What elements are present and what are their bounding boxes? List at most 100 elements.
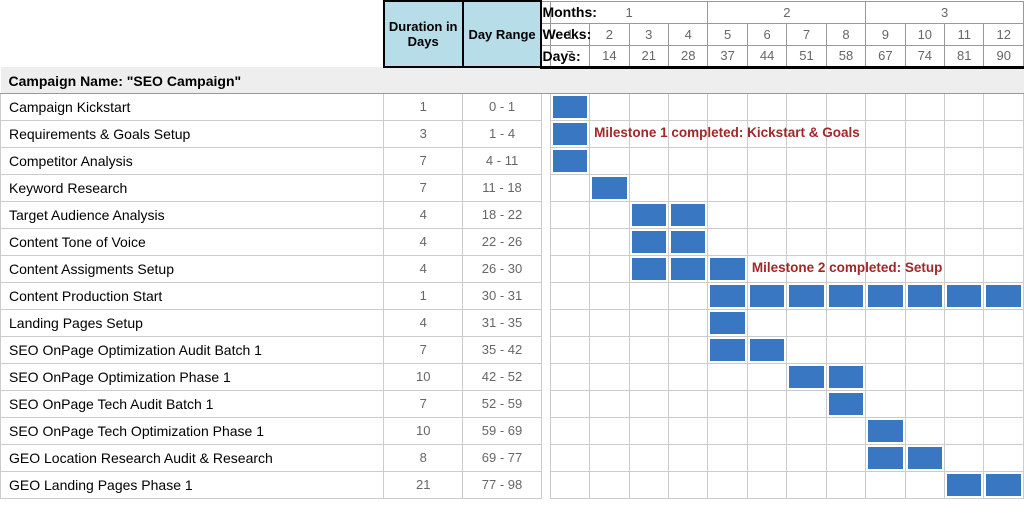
gantt-cell (550, 471, 589, 498)
gantt-cell (708, 282, 747, 309)
gap (541, 282, 550, 309)
gantt-cell (590, 228, 629, 255)
gantt-cell (984, 93, 1024, 120)
task-row: SEO OnPage Optimization Audit Batch 1735… (1, 336, 1024, 363)
gantt-cell (945, 471, 984, 498)
gantt-cell (550, 363, 589, 390)
task-name: Requirements & Goals Setup (1, 120, 384, 147)
gantt-cell (826, 228, 865, 255)
gantt-cell (787, 390, 826, 417)
gantt-cell (905, 363, 944, 390)
gap (541, 417, 550, 444)
gantt-cell (668, 417, 707, 444)
task-range: 11 - 18 (463, 174, 542, 201)
task-row: Content Production Start130 - 31 (1, 282, 1024, 309)
gantt-bar (671, 258, 705, 280)
gap (541, 147, 550, 174)
task-name: SEO OnPage Tech Audit Batch 1 (1, 390, 384, 417)
gantt-cell (826, 471, 865, 498)
task-duration: 21 (384, 471, 463, 498)
gantt-cell (708, 471, 747, 498)
task-name: GEO Location Research Audit & Research (1, 444, 384, 471)
week-11: 11 (945, 23, 984, 45)
gantt-cell (866, 471, 905, 498)
gantt-bar (947, 285, 981, 307)
gantt-cell (747, 228, 786, 255)
gap (541, 120, 550, 147)
task-name: SEO OnPage Tech Optimization Phase 1 (1, 417, 384, 444)
task-row: Content Assigments Setup426 - 30Mileston… (1, 255, 1024, 282)
task-range: 31 - 35 (463, 309, 542, 336)
task-name: SEO OnPage Optimization Phase 1 (1, 363, 384, 390)
gantt-cell (945, 255, 984, 282)
gantt-cell (984, 363, 1024, 390)
gantt-cell (629, 282, 668, 309)
gantt-cell (708, 93, 747, 120)
day-51: 51 (787, 45, 826, 67)
task-row: Campaign Kickstart10 - 1 (1, 93, 1024, 120)
gantt-cell (747, 444, 786, 471)
gantt-cell (629, 201, 668, 228)
gantt-bar (710, 285, 744, 307)
gantt-cell (945, 417, 984, 444)
gantt-cell: Milestone 2 completed: Setup (747, 255, 786, 282)
gantt-cell (668, 363, 707, 390)
gap (541, 444, 550, 471)
gantt-cell (787, 363, 826, 390)
gantt-cell (668, 282, 707, 309)
task-name: Landing Pages Setup (1, 309, 384, 336)
gantt-bar (750, 339, 784, 361)
gantt-cell (668, 444, 707, 471)
gantt-cell (550, 444, 589, 471)
gantt-cell (984, 471, 1024, 498)
days-label: Days: (541, 45, 550, 67)
gap (541, 93, 550, 120)
gantt-cell (550, 336, 589, 363)
gantt-cell (668, 336, 707, 363)
task-duration: 7 (384, 147, 463, 174)
gantt-bar (592, 177, 626, 199)
task-row: Target Audience Analysis418 - 22 (1, 201, 1024, 228)
week-10: 10 (905, 23, 944, 45)
task-duration: 3 (384, 120, 463, 147)
task-duration: 8 (384, 444, 463, 471)
gantt-cell (826, 444, 865, 471)
gantt-cell (866, 174, 905, 201)
gantt-cell (984, 174, 1024, 201)
task-row: GEO Location Research Audit & Research86… (1, 444, 1024, 471)
gantt-cell (866, 444, 905, 471)
gantt-cell (984, 336, 1024, 363)
gantt-bar (829, 285, 863, 307)
gantt-cell (866, 282, 905, 309)
gantt-cell (708, 201, 747, 228)
gantt-bar (829, 393, 863, 415)
gantt-bar (908, 447, 942, 469)
task-range: 52 - 59 (463, 390, 542, 417)
gantt-cell (668, 201, 707, 228)
gantt-cell (945, 390, 984, 417)
gantt-cell (945, 363, 984, 390)
gantt-bar (553, 150, 587, 172)
gantt-cell (905, 93, 944, 120)
gantt-cell (905, 282, 944, 309)
day-58: 58 (826, 45, 865, 67)
week-8: 8 (826, 23, 865, 45)
gantt-cell (984, 228, 1024, 255)
gap (541, 228, 550, 255)
task-range: 59 - 69 (463, 417, 542, 444)
gantt-cell (866, 93, 905, 120)
task-row: GEO Landing Pages Phase 12177 - 98 (1, 471, 1024, 498)
week-9: 9 (866, 23, 905, 45)
gantt-bar (632, 231, 666, 253)
gantt-cell (708, 363, 747, 390)
campaign-title: Campaign Name: "SEO Campaign" (1, 67, 1024, 93)
gantt-cell (826, 174, 865, 201)
day-21: 21 (629, 45, 668, 67)
gantt-cell (550, 228, 589, 255)
gantt-cell (668, 93, 707, 120)
gantt-cell (747, 147, 786, 174)
gantt-cell (590, 147, 629, 174)
gap (541, 336, 550, 363)
gantt-cell (945, 201, 984, 228)
task-range: 4 - 11 (463, 147, 542, 174)
